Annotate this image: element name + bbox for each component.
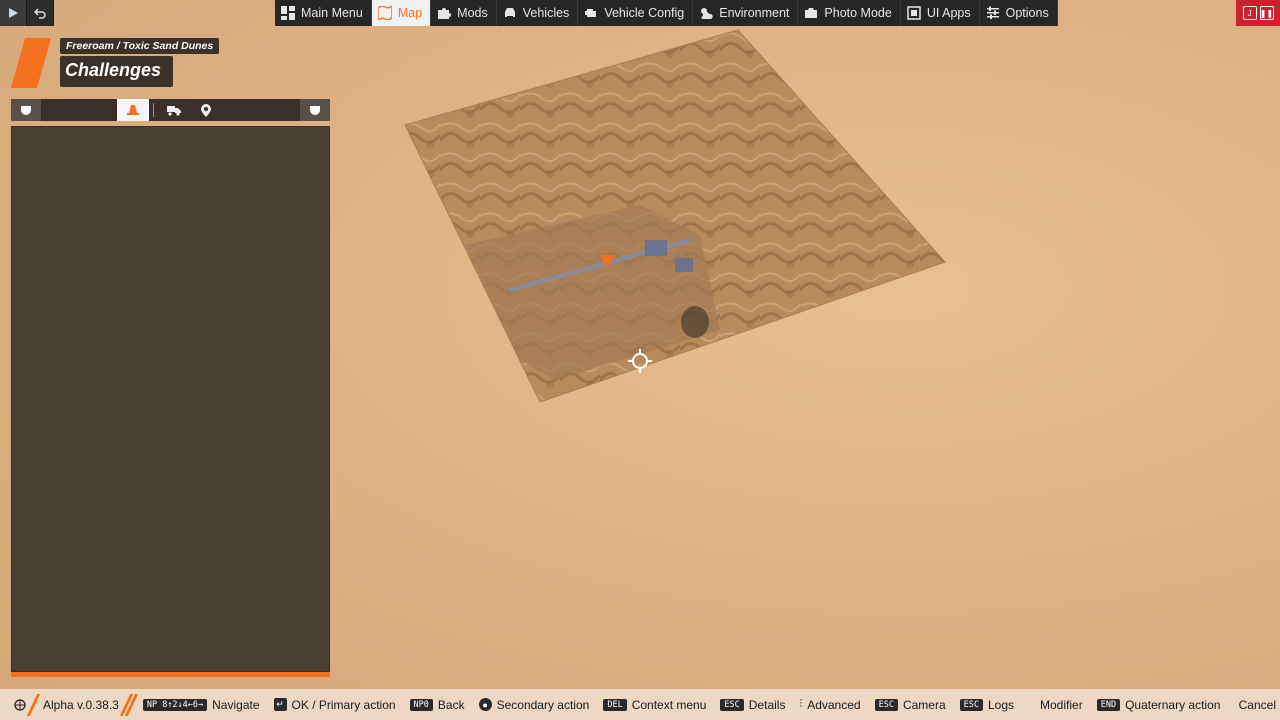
sliders-icon: [986, 6, 999, 19]
key-badge: ESC: [959, 698, 983, 711]
shield-icon: [310, 106, 320, 115]
prev-tab-button[interactable]: [11, 99, 41, 121]
cone-icon: [127, 105, 139, 115]
nav-mods[interactable]: Mods: [431, 0, 497, 26]
hint-context-menu[interactable]: DEL Context menu: [603, 698, 706, 712]
tab-vehicles[interactable]: [158, 99, 190, 121]
tab-separator: [153, 103, 154, 117]
hint-details[interactable]: ESC Details: [720, 698, 785, 712]
key-badge: DEL: [603, 698, 627, 711]
nav-vehicle-config[interactable]: Vehicle Config: [578, 0, 694, 26]
top-menu-bar: Main Menu Map Mods Vehicles Vehicle Conf…: [0, 0, 1280, 26]
shield-icon: [21, 106, 31, 115]
content-panel[interactable]: [11, 126, 330, 672]
sun-cloud-icon: [701, 8, 713, 19]
hint-label: OK / Primary action: [291, 697, 396, 712]
hint-label: Cancel: [1238, 697, 1276, 712]
nav-label: Photo Mode: [824, 6, 892, 20]
nav-vehicles[interactable]: Vehicles: [497, 0, 579, 26]
nav-label: Vehicle Config: [604, 6, 685, 20]
truck-icon: [167, 105, 181, 116]
hint-quaternary[interactable]: END Quaternary action: [1096, 697, 1221, 712]
camera-icon: [805, 8, 818, 18]
building: [681, 306, 709, 338]
nav-ui-apps[interactable]: UI Apps: [901, 0, 980, 26]
next-tab-button[interactable]: [300, 99, 330, 121]
dashboard-icon: [281, 6, 295, 20]
hint-camera[interactable]: ESC Camera: [874, 697, 946, 712]
enter-key-icon: ↵: [273, 698, 287, 711]
brand-slash-small: [26, 693, 41, 716]
undo-button[interactable]: [27, 0, 54, 26]
engine-icon: [585, 9, 597, 17]
hint-label: Navigate: [212, 697, 260, 712]
secondary-button-icon: ●: [478, 698, 492, 711]
key-badge: ESC: [720, 698, 744, 711]
water-patch: [645, 240, 667, 256]
play-icon: [9, 8, 18, 18]
terrain-tile: [404, 29, 946, 403]
tab-challenges[interactable]: [117, 99, 149, 121]
water-patch-2: [675, 258, 693, 272]
hint-label: Back: [437, 697, 465, 712]
hint-secondary[interactable]: ● Secondary action: [478, 697, 590, 712]
hint-label: Camera: [902, 697, 946, 712]
pause-toggle-button[interactable]: J ❚❚: [1236, 0, 1280, 26]
hint-label: Advanced: [807, 697, 861, 712]
puzzle-icon: [438, 8, 452, 19]
nav-main-menu[interactable]: Main Menu: [275, 0, 372, 26]
j-key-icon: J: [1242, 6, 1257, 20]
nav-label: Options: [1005, 6, 1049, 20]
hint-label: Details: [748, 697, 786, 712]
breadcrumb: Freeroam / Toxic Sand Dunes: [60, 38, 220, 54]
hint-label: Secondary action: [496, 697, 590, 712]
nav-label: UI Apps: [926, 6, 971, 20]
nav-label: Vehicles: [522, 6, 570, 20]
tab-locations[interactable]: [190, 99, 222, 121]
undo-icon: [34, 8, 46, 19]
car-icon: [504, 8, 515, 17]
apps-icon: [907, 6, 921, 20]
key-badge: NP 8↑2↓4←6→: [142, 698, 208, 711]
key-badge: NP0: [409, 698, 433, 711]
globe-icon: [14, 698, 26, 711]
brand-slash-icon: [11, 38, 51, 88]
nav-label: Environment: [719, 6, 790, 20]
map-icon: [377, 6, 392, 20]
brand-slashes: [119, 693, 138, 716]
nav-label: Main Menu: [301, 6, 363, 20]
main-nav: Main Menu Map Mods Vehicles Vehicle Conf…: [275, 0, 1058, 26]
hint-navigate[interactable]: NP 8↑2↓4←6→ Navigate: [142, 697, 260, 712]
bottom-hint-bar: Alpha v.0.38.3 NP 8↑2↓4←6→ Navigate ↵ OK…: [0, 689, 1280, 720]
hint-logs[interactable]: ESC Logs: [959, 697, 1015, 712]
hint-advanced[interactable]: ⫶ Advanced: [799, 698, 860, 712]
page-title: Challenges: [60, 56, 174, 87]
version-label: Alpha v.0.38.3: [43, 697, 119, 712]
hint-back[interactable]: NP0 Back: [409, 697, 465, 712]
hint-label: Modifier: [1040, 697, 1083, 712]
hint-label: Context menu: [631, 697, 707, 712]
hint-label: Quaternary action: [1125, 697, 1221, 712]
key-badge: ESC: [874, 698, 898, 711]
pause-icon: ❚❚: [1259, 6, 1274, 20]
nav-photo-mode[interactable]: Photo Mode: [798, 0, 901, 26]
nav-options[interactable]: Options: [980, 0, 1058, 26]
key-badge: END: [1096, 698, 1121, 711]
panel-accent-bar: [11, 672, 330, 677]
nav-label: Mods: [457, 6, 488, 20]
play-button[interactable]: [0, 0, 27, 26]
panel-tabbar: [11, 99, 330, 121]
stick-icon: ⫶: [799, 698, 803, 710]
hint-label: Logs: [987, 697, 1015, 712]
hint-ok[interactable]: ↵ OK / Primary action: [273, 697, 396, 712]
map-pin-icon: [201, 103, 211, 117]
nav-map[interactable]: Map: [371, 0, 432, 26]
hint-modifier[interactable]: Modifier: [1040, 698, 1083, 712]
hint-cancel[interactable]: Cancel: [1239, 698, 1276, 712]
nav-label: Map: [397, 6, 423, 20]
nav-environment[interactable]: Environment: [693, 0, 799, 26]
